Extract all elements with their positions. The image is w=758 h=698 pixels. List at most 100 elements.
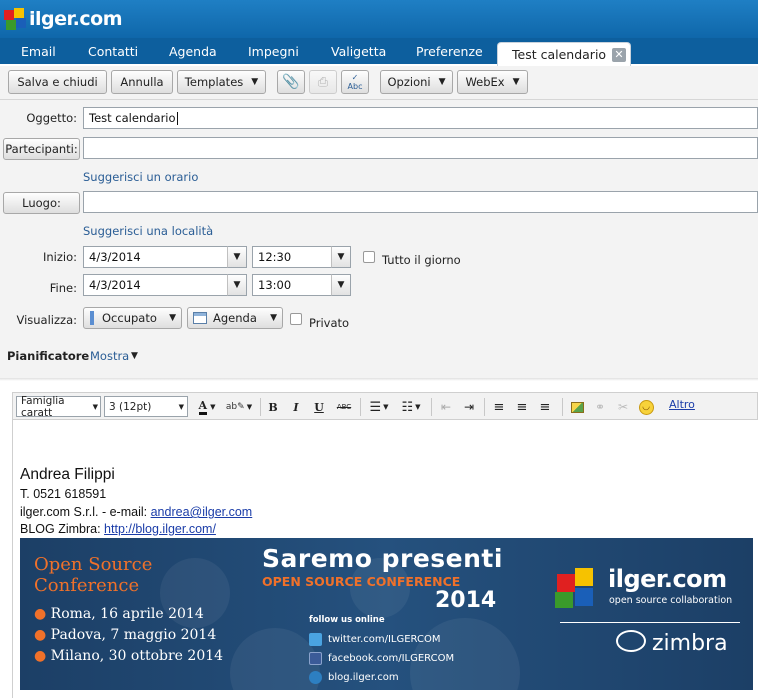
- options-button[interactable]: Opzioni ▼: [380, 70, 453, 94]
- highlight-button[interactable]: ab✎ ▼: [224, 397, 254, 417]
- participants-button[interactable]: Partecipanti:: [3, 138, 80, 160]
- subject-input[interactable]: Test calendario: [83, 107, 758, 129]
- start-time-input[interactable]: 12:30: [252, 246, 332, 268]
- nav-tasks[interactable]: Impegni: [248, 44, 299, 59]
- spellcheck-button[interactable]: ✓ Abc: [341, 70, 369, 94]
- nav-contacts[interactable]: Contatti: [88, 44, 138, 59]
- facebook-icon: [309, 651, 322, 665]
- chevron-down-icon: ▼: [270, 313, 277, 323]
- editor-toolbar: Famiglia caratt ▼ 3 (12pt) ▼ A ▼ ab✎ ▼ B I U…: [12, 392, 758, 420]
- blog-row: blog.ilger.com: [309, 668, 454, 687]
- italic-icon[interactable]: I: [288, 397, 304, 417]
- twitter-row: twitter.com/ILGERCOM: [309, 630, 454, 649]
- signature-name: Andrea Filippi: [20, 466, 115, 483]
- tab-label: Test calendario: [512, 47, 607, 62]
- font-color-button[interactable]: A ▼: [195, 397, 219, 417]
- scheduler-show-link[interactable]: Mostra: [90, 349, 129, 363]
- end-date-dropdown[interactable]: ▼: [227, 274, 247, 296]
- insert-image-button[interactable]: [568, 397, 586, 417]
- bullet-icon: ●: [34, 606, 51, 622]
- calendar-select[interactable]: Agenda ▼: [187, 307, 283, 329]
- email-link[interactable]: andrea@ilger.com: [151, 505, 253, 519]
- align-left-icon[interactable]: ≡: [490, 397, 508, 417]
- nav-email[interactable]: Email: [21, 44, 56, 59]
- align-right-icon[interactable]: ≡: [536, 397, 554, 417]
- app-logo[interactable]: ilger.com: [4, 6, 123, 32]
- busy-color-icon: [90, 311, 94, 325]
- templates-button[interactable]: Templates ▼: [177, 70, 266, 94]
- align-center-icon[interactable]: ≡: [513, 397, 531, 417]
- underline-icon[interactable]: U: [311, 397, 327, 417]
- puzzle-logo-icon: [4, 8, 26, 30]
- attach-button[interactable]: 📎: [277, 70, 305, 94]
- close-icon[interactable]: ✕: [612, 48, 626, 62]
- font-size-select[interactable]: 3 (12pt) ▼: [104, 396, 188, 417]
- font-family-select[interactable]: Famiglia caratt ▼: [16, 394, 101, 419]
- show-as-select[interactable]: Occupato ▼: [83, 307, 182, 329]
- image-icon: [570, 401, 584, 413]
- numbered-list-button[interactable]: ☷ ▼: [397, 397, 425, 417]
- print-button[interactable]: ⎙: [309, 70, 337, 94]
- start-date-input[interactable]: 4/3/2014: [83, 246, 228, 268]
- decor-circle: [230, 628, 320, 690]
- partner-name: zimbra: [652, 631, 728, 656]
- suggest-location-link[interactable]: Suggerisci una località: [83, 224, 213, 238]
- chevron-down-icon: ▼: [169, 313, 176, 323]
- all-day-checkbox[interactable]: [363, 251, 375, 263]
- cancel-button[interactable]: Annulla: [111, 70, 173, 94]
- chevron-down-icon: ▼: [251, 77, 259, 87]
- calendar-icon: [193, 312, 207, 324]
- bullet-list-button[interactable]: ☰ ▼: [365, 397, 393, 417]
- font-family-value: Famiglia caratt: [21, 394, 65, 419]
- unlink-icon[interactable]: ✂: [614, 397, 632, 417]
- end-time-dropdown[interactable]: ▼: [331, 274, 351, 296]
- suggest-time-link[interactable]: Suggerisci un orario: [83, 170, 198, 184]
- end-date-input[interactable]: 4/3/2014: [83, 274, 228, 296]
- more-link[interactable]: Altro: [669, 398, 695, 411]
- nav-briefcase[interactable]: Valigetta: [331, 44, 386, 59]
- brand-name: ilger.com: [608, 565, 727, 593]
- nav-calendar[interactable]: Agenda: [169, 44, 217, 59]
- paperclip-icon: 📎: [282, 74, 300, 90]
- start-time-dropdown[interactable]: ▼: [331, 246, 351, 268]
- tab-test-calendar[interactable]: Test calendario ✕: [497, 42, 631, 66]
- location-button[interactable]: Luogo:: [3, 192, 80, 214]
- font-color-icon: A: [198, 399, 208, 415]
- participants-input[interactable]: [83, 137, 758, 159]
- end-date-value: 4/3/2014: [89, 278, 141, 292]
- blog-link[interactable]: http://blog.ilger.com/: [104, 522, 216, 536]
- chevron-down-icon: ▼: [438, 77, 446, 87]
- subject-label: Oggetto:: [26, 111, 77, 125]
- chevron-down-icon: ▼: [92, 402, 98, 411]
- scheduler-label: Pianificatore: [7, 349, 90, 363]
- show-as-label: Visualizza:: [16, 313, 77, 327]
- start-label: Inizio:: [42, 250, 77, 264]
- start-date-dropdown[interactable]: ▼: [227, 246, 247, 268]
- strikethrough-icon[interactable]: ABC: [333, 397, 355, 417]
- conference-title: Open Source Conference: [34, 554, 152, 596]
- conference-date-item: ● Roma, 16 aprile 2014: [34, 604, 223, 625]
- banner-subheadline: OPEN SOURCE CONFERENCE: [262, 574, 461, 589]
- appointment-form: Oggetto: Test calendario Partecipanti: S…: [0, 100, 758, 380]
- chevron-down-icon: ▼: [246, 403, 253, 411]
- conference-dates: ● Roma, 16 aprile 2014 ● Padova, 7 maggi…: [34, 604, 223, 667]
- banner-headline: Saremo presenti: [262, 544, 503, 573]
- save-close-button[interactable]: Salva e chiudi: [8, 70, 107, 94]
- private-label: Privato: [309, 316, 350, 330]
- date-text: Milano, 30 ottobre 2014: [50, 648, 224, 664]
- chevron-down-icon[interactable]: ▼: [131, 351, 138, 361]
- outdent-icon[interactable]: ⇤: [437, 397, 455, 417]
- nav-preferences[interactable]: Preferenze: [416, 44, 483, 59]
- chevron-down-icon: ▼: [337, 252, 345, 262]
- webex-button[interactable]: WebEx ▼: [457, 70, 528, 94]
- indent-icon[interactable]: ⇥: [460, 397, 478, 417]
- twitter-icon: [309, 632, 322, 646]
- private-checkbox[interactable]: [290, 313, 302, 325]
- link-icon[interactable]: ⚭: [591, 397, 609, 417]
- smiley-icon: ◡: [638, 399, 654, 415]
- emoticon-button[interactable]: ◡: [637, 397, 655, 417]
- location-input[interactable]: [83, 191, 758, 213]
- end-time-input[interactable]: 13:00: [252, 274, 332, 296]
- bold-icon[interactable]: B: [265, 397, 281, 417]
- show-as-value: Occupato: [102, 311, 157, 325]
